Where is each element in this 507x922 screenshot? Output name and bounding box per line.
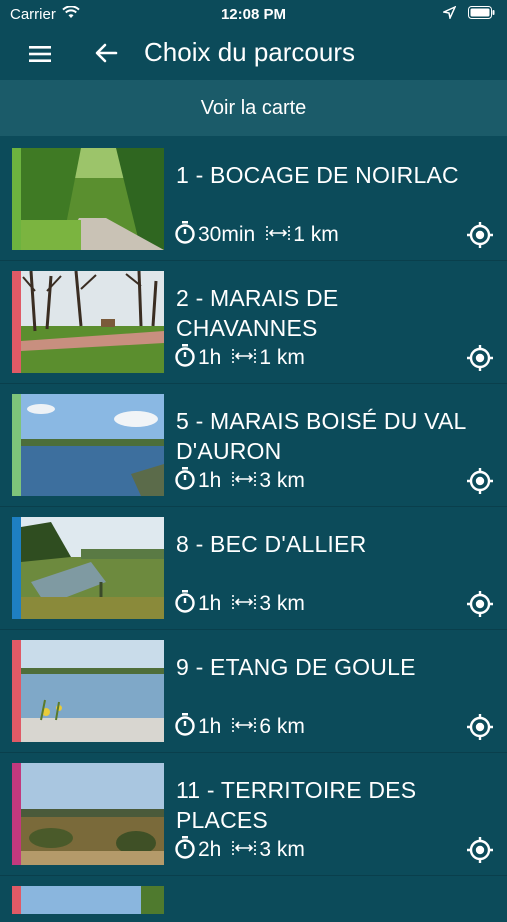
distance-arrows-icon [231,715,257,739]
route-distance: 3 km [259,469,305,492]
route-thumbnail [21,148,164,250]
locate-icon[interactable] [465,835,495,865]
route-thumbnail [21,271,164,373]
view-map-button[interactable]: Voir la carte [0,80,507,136]
app-bar: Choix du parcours [0,30,507,80]
route-title: 8 - BEC D'ALLIER [176,531,367,557]
route-item[interactable]: 5 - MARAIS BOISÉ DU VAL D'AURON 1h 3 km [0,392,507,507]
route-meta: 1h 1 km [174,343,305,373]
locate-icon[interactable] [465,712,495,742]
route-distance: 3 km [259,838,305,861]
distance-arrows-icon [231,346,257,370]
locate-icon[interactable] [465,589,495,619]
route-meta: 1h 6 km [174,712,305,742]
arrow-left-icon[interactable] [92,39,120,67]
stopwatch-icon [174,343,196,373]
status-bar: Carrier 12:08 PM [0,0,507,30]
battery-icon [468,6,495,23]
route-title: 11 - TERRITOIRE DES PLACES [176,777,417,833]
stopwatch-icon [174,712,196,742]
distance-arrows-icon [231,592,257,616]
route-duration: 1h [198,469,222,492]
route-meta: 2h 3 km [174,835,305,865]
distance-arrows-icon [231,469,257,493]
route-duration: 2h [198,838,222,861]
stopwatch-icon [174,220,196,250]
route-duration: 1h [198,592,222,615]
hamburger-icon[interactable] [26,40,54,68]
route-item[interactable]: 8 - BEC D'ALLIER 1h 3 km [0,515,507,630]
route-distance: 1 km [293,223,339,246]
route-thumbnail [21,640,164,742]
route-color-strip [12,640,21,742]
locate-icon[interactable] [465,466,495,496]
stopwatch-icon [174,835,196,865]
status-right [441,5,495,23]
route-distance: 3 km [259,592,305,615]
route-color-strip [12,763,21,865]
page-title: Choix du parcours [144,37,355,67]
locate-icon[interactable] [465,343,495,373]
stopwatch-icon [174,466,196,496]
route-list: 1 - BOCAGE DE NOIRLAC 30min 1 km 2 - MAR… [0,146,507,922]
route-thumbnail [21,763,164,865]
route-distance: 6 km [259,715,305,738]
route-duration: 30min [198,223,256,246]
route-item[interactable]: 9 - ETANG DE GOULE 1h 6 km [0,638,507,753]
route-meta: 30min 1 km [174,220,339,250]
distance-arrows-icon [265,223,291,247]
route-title: 9 - ETANG DE GOULE [176,654,416,680]
route-thumbnail [21,517,164,619]
route-meta: 1h 3 km [174,589,305,619]
route-duration: 1h [198,346,222,369]
route-color-strip [12,517,21,619]
locate-icon[interactable] [465,220,495,250]
route-thumbnail [21,886,164,914]
stopwatch-icon [174,589,196,619]
route-duration: 1h [198,715,222,738]
route-color-strip [12,148,21,250]
route-color-strip [12,886,21,914]
route-distance: 1 km [259,346,305,369]
route-title: 5 - MARAIS BOISÉ DU VAL D'AURON [176,408,466,464]
route-color-strip [12,271,21,373]
view-map-label: Voir la carte [200,96,307,119]
distance-arrows-icon [231,838,257,862]
status-time: 12:08 PM [220,6,287,23]
route-color-strip [12,394,21,496]
route-item[interactable]: 1 - BOCAGE DE NOIRLAC 30min 1 km [0,146,507,261]
route-title: 2 - MARAIS DE CHAVANNES [176,285,339,341]
route-item[interactable] [0,884,507,914]
route-title: 1 - BOCAGE DE NOIRLAC [176,162,459,188]
route-thumbnail [21,394,164,496]
location-arrow-icon [441,5,457,23]
route-item[interactable]: 2 - MARAIS DE CHAVANNES 1h 1 km [0,269,507,384]
route-item[interactable]: 11 - TERRITOIRE DES PLACES 2h 3 km [0,761,507,876]
route-meta: 1h 3 km [174,466,305,496]
